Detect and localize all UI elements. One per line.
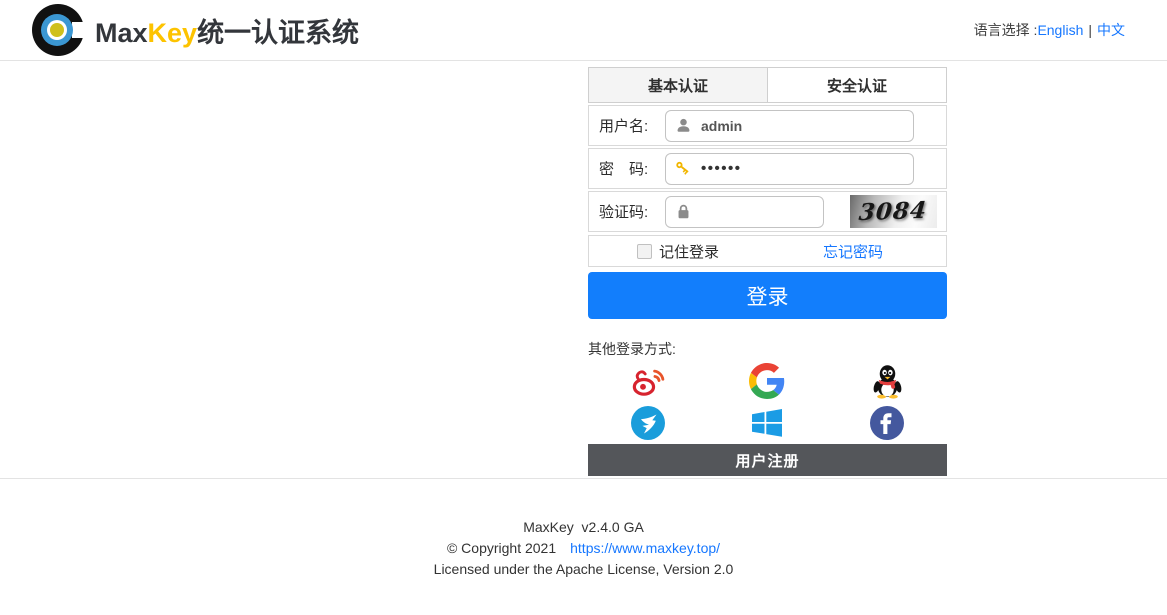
page-footer: MaxKey v2.4.0 GA © Copyright 2021 https:/… <box>0 479 1167 580</box>
footer-version: MaxKey v2.4.0 GA <box>0 517 1167 538</box>
footer-license: Licensed under the Apache License, Versi… <box>0 559 1167 580</box>
password-label: 密 码: <box>599 158 665 179</box>
page-title: MaxKey统一认证系统 <box>95 11 359 50</box>
main-area: 基本认证 安全认证 用户名: 密 码: <box>0 61 1167 479</box>
dingtalk-login-button[interactable] <box>630 405 666 441</box>
footer-maxkey-link[interactable]: https://www.maxkey.top/ <box>570 540 720 556</box>
password-row: 密 码: <box>588 148 947 189</box>
captcha-image[interactable]: 3084 <box>850 195 937 228</box>
login-panel: 基本认证 安全认证 用户名: 密 码: <box>588 67 947 476</box>
tab-basic-auth[interactable]: 基本认证 <box>588 67 768 103</box>
brand-suffix: 统一认证系统 <box>197 18 359 48</box>
footer-copyright: © Copyright 2021 <box>447 540 556 556</box>
captcha-input-box <box>665 196 824 228</box>
auth-tabs: 基本认证 安全认证 <box>588 67 947 103</box>
register-button[interactable]: 用户注册 <box>588 444 947 476</box>
app-header: MaxKey统一认证系统 语言选择 :English | 中文 <box>0 0 1167 61</box>
username-input-box <box>665 110 914 142</box>
other-login-methods-label: 其他登录方式: <box>588 339 947 359</box>
username-input[interactable] <box>701 118 904 134</box>
microsoft-icon <box>750 406 784 440</box>
language-selector: 语言选择 :English | 中文 <box>974 20 1125 40</box>
username-label: 用户名: <box>599 115 665 136</box>
brand-key: Key <box>148 18 198 48</box>
google-login-button[interactable] <box>749 363 785 399</box>
facebook-login-button[interactable] <box>869 405 905 441</box>
username-row: 用户名: <box>588 105 947 146</box>
remember-label: 记住登录 <box>659 241 719 262</box>
microsoft-login-button[interactable] <box>749 405 785 441</box>
brand-max: Max <box>95 18 148 48</box>
lock-icon <box>675 203 692 220</box>
maxkey-logo <box>30 2 86 58</box>
remember-checkbox[interactable] <box>637 244 652 259</box>
weibo-icon <box>630 365 666 397</box>
forgot-password-link[interactable]: 忘记密码 <box>823 241 883 262</box>
password-input-box <box>665 153 914 185</box>
google-icon <box>749 363 785 399</box>
user-icon <box>675 117 692 134</box>
dingtalk-icon <box>631 406 665 440</box>
footer-copyright-line: © Copyright 2021 https://www.maxkey.top/ <box>0 538 1167 559</box>
qq-icon <box>871 364 904 399</box>
captcha-row: 验证码: 3084 <box>588 191 947 232</box>
language-label: 语言选择 : <box>974 22 1038 38</box>
key-icon <box>675 160 692 177</box>
tab-security-auth[interactable]: 安全认证 <box>768 67 947 103</box>
password-input[interactable] <box>701 160 904 177</box>
facebook-icon <box>870 406 904 440</box>
captcha-image-text: 3084 <box>858 197 929 226</box>
captcha-label: 验证码: <box>599 201 665 222</box>
captcha-input[interactable] <box>701 204 814 220</box>
qq-login-button[interactable] <box>869 363 905 399</box>
login-button[interactable]: 登录 <box>588 272 947 319</box>
brand: MaxKey统一认证系统 <box>30 2 359 58</box>
weibo-login-button[interactable] <box>630 363 666 399</box>
remember-row: 记住登录 忘记密码 <box>588 235 947 267</box>
language-separator: | <box>1088 22 1092 38</box>
social-login-grid <box>588 363 947 441</box>
language-chinese-link[interactable]: 中文 <box>1097 22 1125 38</box>
language-english-link[interactable]: English <box>1037 22 1083 38</box>
